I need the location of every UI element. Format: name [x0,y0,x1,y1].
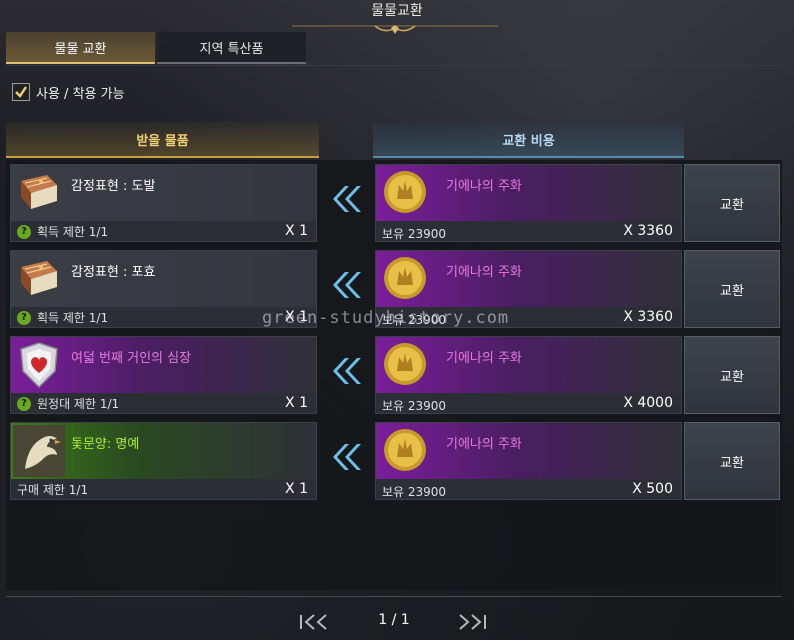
reward-name: 감정표현 : 포효 [71,265,156,280]
reward-item[interactable]: 감정표현 : 도발 ? 획득 제한 1/1 X 1 [10,164,317,242]
cost-quantity: X 3360 [623,223,673,239]
gold-coin-icon [384,257,426,299]
reward-limit-text: 획득 제한 1/1 [37,311,109,325]
window-title-bar: 물물교환 [0,0,794,34]
cost-currency-name: 기에나의 주화 [446,265,522,280]
help-icon[interactable]: ? [17,224,31,239]
window-title: 물물교환 [371,3,423,19]
cost-item[interactable]: 기에나의 주화 보유 23900 X 3360 [375,164,682,242]
help-icon[interactable]: ? [17,310,31,325]
gold-coin-icon [384,171,426,213]
cost-currency-name: 기에나의 주화 [446,179,522,194]
bottom-divider [6,596,782,597]
usable-filter[interactable]: 사용 / 착용 가능 [12,82,125,102]
reward-limit: ? 획득 제한 1/1 [17,309,108,326]
book-icon [13,167,65,219]
tab-regional-specialty[interactable]: 지역 특산품 [157,32,306,64]
reward-item[interactable]: 여덟 번째 거인의 심장 ? 원정대 제한 1/1 X 1 [10,336,317,414]
reward-quantity: X 1 [285,309,308,325]
reward-limit: ? 원정대 제한 1/1 [17,395,119,412]
exchange-button[interactable]: 교환 [684,336,780,414]
reward-item[interactable]: 감정표현 : 포효 ? 획득 제한 1/1 X 1 [10,250,317,328]
exchange-row: 여덟 번째 거인의 심장 ? 원정대 제한 1/1 X 1 기에나의 주화 보유… [6,332,782,414]
exchange-row: 감정표현 : 포효 ? 획득 제한 1/1 X 1 기에나의 주화 보유 239… [6,246,782,328]
exchange-button[interactable]: 교환 [684,422,780,500]
giant-heart-shield-icon [20,342,58,389]
reward-name: 여덟 번째 거인의 심장 [71,351,192,366]
cost-owned: 보유 23900 [382,399,447,413]
reward-quantity: X 1 [285,481,308,497]
cost-quantity: X 3360 [623,309,673,325]
reward-quantity: X 1 [285,223,308,239]
receive-column-header: 받을 물품 [6,122,319,158]
reward-name: 감정표현 : 도발 [71,179,156,194]
double-chevron-left-icon [333,272,361,298]
reward-limit-text: 원정대 제한 1/1 [37,397,120,411]
cost-quantity: X 500 [632,481,673,497]
last-page-icon[interactable] [456,612,490,632]
reward-quantity: X 1 [285,395,308,411]
double-chevron-left-icon [333,358,361,384]
title-ornament-icon [292,25,498,34]
usable-checkbox-label: 사용 / 착용 가능 [36,86,125,102]
page-indicator: 1 / 1 [378,612,410,628]
cost-item[interactable]: 기에나의 주화 보유 23900 X 4000 [375,336,682,414]
reward-limit: 구매 제한 1/1 [17,481,88,498]
pagination: 1 / 1 [0,610,794,634]
cost-currency-name: 기에나의 주화 [446,351,522,366]
usable-checkbox[interactable] [12,83,30,101]
exchange-list: 감정표현 : 도발 ? 획득 제한 1/1 X 1 기에나의 주화 보유 239… [6,160,782,590]
reward-item[interactable]: 돛문양: 명예 구매 제한 1/1 X 1 [10,422,317,500]
cost-column-header: 교환 비용 [373,122,684,158]
reward-limit-text: 획득 제한 1/1 [37,225,109,239]
reward-limit: ? 획득 제한 1/1 [17,223,108,240]
gold-coin-icon [384,429,426,471]
exchange-row: 돛문양: 명예 구매 제한 1/1 X 1 기에나의 주화 보유 23900 X… [6,418,782,500]
exchange-button[interactable]: 교환 [684,164,780,242]
cost-owned: 보유 23900 [382,313,447,327]
book-icon [13,253,65,305]
help-icon[interactable]: ? [17,396,31,411]
cost-owned: 보유 23900 [382,485,447,499]
tab-barter[interactable]: 물물 교환 [6,32,155,64]
reward-name: 돛문양: 명예 [71,437,140,452]
double-chevron-left-icon [333,444,361,470]
double-chevron-left-icon [333,186,361,212]
tab-bar: 물물 교환 지역 특산품 [6,32,308,66]
cost-currency-name: 기에나의 주화 [446,437,522,452]
cost-quantity: X 4000 [623,395,673,411]
eagle-sail-icon [13,425,65,477]
gold-coin-icon [384,343,426,385]
first-page-icon[interactable] [298,612,332,632]
exchange-row: 감정표현 : 도발 ? 획득 제한 1/1 X 1 기에나의 주화 보유 239… [6,160,782,242]
exchange-button[interactable]: 교환 [684,250,780,328]
cost-owned: 보유 23900 [382,227,447,241]
cost-item[interactable]: 기에나의 주화 보유 23900 X 3360 [375,250,682,328]
tab-divider [6,65,782,66]
cost-item[interactable]: 기에나의 주화 보유 23900 X 500 [375,422,682,500]
reward-limit-text: 구매 제한 1/1 [17,483,89,497]
checkmark-icon [15,86,27,98]
